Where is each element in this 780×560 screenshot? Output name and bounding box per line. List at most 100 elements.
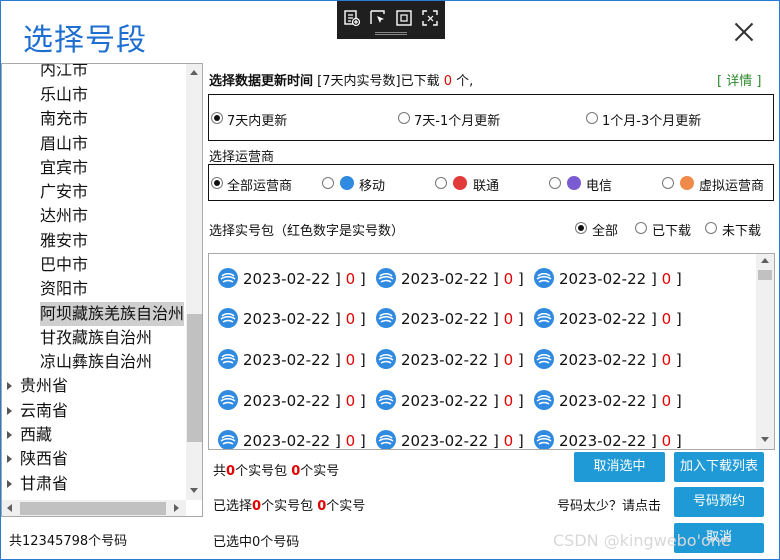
option-telecom[interactable]: 电信	[586, 175, 612, 194]
option-1month-3months[interactable]: 1个月-3个月更新	[602, 110, 701, 129]
tree-item-city[interactable]: 达州市	[40, 204, 88, 228]
selected-package-count: 0	[252, 499, 262, 514]
package-date: 2023-02-22	[401, 351, 489, 369]
mobile-logo-icon	[375, 389, 397, 411]
package-separator: ]	[671, 432, 682, 450]
capture-icon[interactable]	[421, 9, 439, 27]
grid-vertical-scrollbar[interactable]	[756, 254, 774, 449]
too-few-hint: 号码太少？请点击	[557, 499, 662, 514]
expand-caret-icon[interactable]	[7, 382, 12, 390]
toolbar-grip[interactable]	[375, 32, 407, 35]
tree-vertical-scrollbar[interactable]	[186, 64, 202, 500]
package-label: 2023-02-22 ] 0 ]	[401, 429, 524, 449]
scroll-thumb[interactable]	[20, 502, 166, 515]
filter-not-downloaded[interactable]: 未下载	[722, 220, 761, 239]
tree-item-city[interactable]: 宜宾市	[40, 156, 88, 180]
scroll-right-icon[interactable]	[174, 504, 179, 512]
tree-item-city[interactable]: 凉山彝族自治州	[40, 350, 152, 374]
reserve-number-button[interactable]: 号码预约	[674, 487, 764, 517]
tree-item-city[interactable]: 资阳市	[40, 277, 88, 301]
tree-item-province[interactable]: 云南省	[20, 399, 68, 423]
scroll-down-icon[interactable]	[761, 437, 769, 442]
package-label: 2023-02-22 ] 0 ]	[401, 307, 524, 331]
tree-item-city[interactable]: 乐山市	[40, 83, 88, 107]
downloaded-count: 0	[443, 74, 452, 89]
radio-7days-1month[interactable]	[398, 112, 410, 124]
package-count: 0	[503, 351, 514, 369]
option-virtual[interactable]: 虚拟运营商	[699, 175, 764, 194]
mobile-logo-icon	[533, 307, 555, 329]
detail-link[interactable]: [ 详情 ]	[717, 70, 761, 89]
radio-telecom[interactable]	[549, 177, 561, 189]
package-date: 2023-02-22	[243, 351, 331, 369]
pointer-icon[interactable]	[369, 9, 387, 27]
package-separator: ]	[488, 392, 504, 410]
package-separator: ]	[513, 310, 524, 328]
filter-downloaded[interactable]: 已下载	[652, 220, 691, 239]
tree-item-city[interactable]: 巴中市	[40, 253, 88, 277]
radio-filter-not-downloaded[interactable]	[705, 222, 717, 234]
radio-1month-3months[interactable]	[586, 112, 598, 124]
package-separator: ]	[488, 310, 504, 328]
add-download-button[interactable]: 加入下载列表	[674, 452, 764, 482]
tree-item-province[interactable]: 贵州省	[20, 374, 68, 398]
tree-item-city-selected[interactable]: 阿坝藏族羌族自治州	[40, 302, 185, 326]
radio-unicom[interactable]	[435, 177, 447, 189]
radio-7days[interactable]	[211, 112, 223, 124]
cancel-select-button[interactable]: 取消选中	[574, 452, 665, 482]
expand-caret-icon[interactable]	[7, 407, 12, 415]
option-7days-1month[interactable]: 7天-1个月更新	[414, 110, 500, 129]
radio-filter-all[interactable]	[575, 222, 587, 234]
tree-item-city[interactable]: 广安市	[40, 180, 88, 204]
tree-item-city[interactable]: 内江市	[40, 64, 88, 82]
tree-item-city[interactable]: 眉山市	[40, 132, 88, 156]
package-separator: ]	[646, 310, 662, 328]
option-7days[interactable]: 7天内更新	[227, 110, 287, 129]
tree-item-province[interactable]: 陕西省	[20, 447, 68, 471]
tree-item-province[interactable]: 西藏	[20, 423, 52, 447]
scroll-thumb[interactable]	[758, 270, 772, 280]
package-date: 2023-02-22	[401, 270, 489, 288]
radio-virtual[interactable]	[662, 177, 674, 189]
add-icon[interactable]	[343, 9, 361, 27]
option-mobile[interactable]: 移动	[359, 175, 385, 194]
package-count: 0	[345, 432, 356, 450]
mobile-logo-icon	[533, 267, 555, 289]
region-tree[interactable]: 内江市 乐山市 南充市 眉山市 宜宾市 广安市 达州市 雅安市 巴中市 资阳市 …	[1, 63, 203, 517]
tree-item-province[interactable]: 甘肃省	[20, 472, 68, 496]
filter-all[interactable]: 全部	[592, 220, 618, 239]
summary-text: 个实号包	[261, 499, 314, 514]
package-count: 0	[345, 392, 356, 410]
close-icon[interactable]	[731, 19, 757, 45]
frame-icon[interactable]	[395, 9, 413, 27]
package-label: 2023-02-22 ] 0 ]	[243, 267, 366, 291]
radio-mobile[interactable]	[322, 177, 334, 189]
unicom-logo-icon	[453, 176, 467, 190]
expand-caret-icon[interactable]	[7, 480, 12, 488]
package-grid[interactable]: 2023-02-22 ] 0 ] 2023-02-22 ] 0 ] 2023-02-…	[208, 253, 775, 450]
option-all-operators[interactable]: 全部运营商	[227, 175, 292, 194]
scroll-left-icon[interactable]	[7, 504, 12, 512]
expand-caret-icon[interactable]	[7, 455, 12, 463]
tree-item-city[interactable]: 南充市	[40, 107, 88, 131]
scroll-thumb[interactable]	[187, 314, 202, 442]
mobile-logo-icon	[217, 389, 239, 411]
package-date: 2023-02-22	[243, 432, 331, 450]
bracket-close: ]	[756, 74, 762, 89]
package-label: 2023-02-22 ] 0 ]	[243, 429, 366, 450]
scroll-down-icon[interactable]	[190, 488, 198, 493]
scroll-up-icon[interactable]	[761, 258, 769, 263]
package-label: 2023-02-22 ] 0 ]	[243, 348, 366, 372]
package-date: 2023-02-22	[243, 270, 331, 288]
tree-item-city[interactable]: 甘孜藏族自治州	[40, 326, 152, 350]
scroll-up-icon[interactable]	[190, 70, 198, 75]
package-label: 2023-02-22 ] 0 ]	[401, 389, 524, 413]
telecom-logo-icon	[567, 176, 581, 190]
radio-all-operators[interactable]	[211, 177, 223, 189]
expand-caret-icon[interactable]	[7, 431, 12, 439]
radio-filter-downloaded[interactable]	[635, 222, 647, 234]
option-unicom[interactable]: 联通	[473, 175, 499, 194]
tree-item-city[interactable]: 雅安市	[40, 229, 88, 253]
update-time-header: 选择数据更新时间 [7天内实号数]已下载 0 个,	[209, 70, 473, 89]
tree-horizontal-scrollbar[interactable]	[2, 500, 186, 516]
